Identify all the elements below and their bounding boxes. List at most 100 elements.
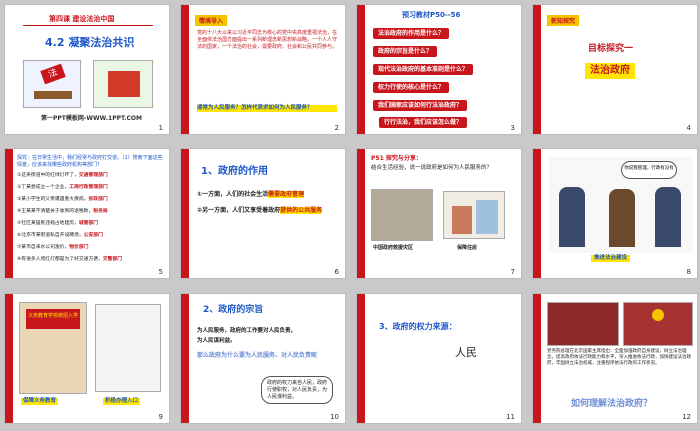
left-red-bar bbox=[533, 294, 541, 423]
inquiry-text: 探究：在日常生活中，我们经常与政府打交道。（1）搜索下面这些情景，应该来找哪些政… bbox=[17, 155, 163, 168]
slide-number: 5 bbox=[158, 268, 163, 276]
purpose-note: 政府的权力来自人民，政府行使职权，对人民负责，为人民谋利益。 bbox=[261, 376, 333, 405]
role-line-2: ②另一方面，人们又享受着政府提供的公共服务 bbox=[197, 207, 345, 215]
cartoon-caption: 推进法治建设 bbox=[591, 255, 631, 263]
school-entrance-image: 义务教育学校统招入学 bbox=[19, 302, 87, 394]
national-emblem-icon bbox=[652, 309, 664, 321]
inquiry-row-5: ⑤社区某居民违规占地建房，城管部门 bbox=[17, 221, 167, 227]
section-heading: 3、政府的权力来源： bbox=[379, 322, 457, 331]
row-question: ①这条街道中的红绿灯坏了， bbox=[17, 173, 79, 178]
speech-bubble: 你说我管理，行政有没有 bbox=[621, 161, 677, 179]
slide-thumbnail-5[interactable]: 探究：在日常生活中，我们经常与政府打交道。（1）搜索下面这些情景，应该来找哪些政… bbox=[4, 148, 170, 279]
red-book-icon bbox=[108, 71, 140, 97]
education-caption: 保障义务教育 bbox=[21, 398, 59, 406]
footer-link[interactable]: 第一PPT模板网-WWW.1PPT.COM bbox=[41, 115, 142, 123]
left-red-bar bbox=[357, 294, 365, 423]
left-red-bar bbox=[5, 294, 13, 423]
officer-figure bbox=[655, 187, 681, 247]
title-underline bbox=[23, 25, 153, 26]
explore-header: P51 探究与分享： bbox=[371, 155, 422, 162]
inquiry-row-2: ②丁某想成立一个企业，工商行政管理部门 bbox=[17, 185, 167, 191]
cartoon-image: 你说我管理，行政有没有 bbox=[549, 157, 693, 253]
slide-number: 1 bbox=[158, 124, 163, 132]
inquiry-row-1: ①这条街道中的红绿灯坏了，交通管理部门 bbox=[17, 173, 167, 179]
explore-text: 结合生活经验，说一说政府是如何为人民服务的？ bbox=[371, 165, 493, 171]
purpose-line-1: 为人民服务，政府的工作要对人民负责， bbox=[197, 328, 297, 334]
law-hammer-icon: 法 bbox=[40, 63, 66, 85]
inquiry-row-6: ⑥北京市某街道私自开设赌场，公安部门 bbox=[17, 233, 167, 239]
registration-cartoon bbox=[95, 304, 161, 392]
row-question: ⑧有很多人闯红灯都是为了好交通方便， bbox=[17, 257, 103, 262]
left-red-bar bbox=[181, 294, 189, 423]
news-text: 党务院总理在北京国家主席指出：全面加强政府自身建设，树立法治理念，提高政府依法行… bbox=[547, 349, 691, 367]
row-answer: 税务局 bbox=[93, 209, 108, 214]
target-label: 目标探究一 bbox=[588, 44, 634, 54]
housing-photo bbox=[443, 191, 505, 239]
building-icon bbox=[476, 200, 498, 234]
law-gavel-image: 法 bbox=[23, 60, 81, 108]
slide-thumbnail-1[interactable]: 第四课 建设法治中国 4.2 凝聚法治共识 法 第一PPT模板网-WWW.1PP… bbox=[4, 4, 170, 135]
slide-thumbnail-7[interactable]: P51 探究与分享： 结合生活经验，说一说政府是如何为人民服务的？ 中国政府救援… bbox=[356, 148, 522, 279]
row-question: ③某小学生的父亲遭遇重大疾病， bbox=[17, 197, 89, 202]
gavel-base bbox=[34, 91, 72, 99]
role-line-2-prefix: ②另一方面，人们又享受着政府 bbox=[197, 207, 281, 214]
registration-caption: 积极办理入口 bbox=[103, 398, 141, 406]
slide-thumbnail-6[interactable]: 1、政府的作用 ①一方面，人们的社会生活需要政府管理 ②另一方面，人们又享受着政… bbox=[180, 148, 346, 279]
rescue-photo bbox=[371, 189, 433, 241]
school-sign: 义务教育学校统招入学 bbox=[26, 309, 80, 329]
row-question: ⑦某市自来水公司涨价， bbox=[17, 245, 70, 250]
slide-thumbnail-2[interactable]: 情境导入 党的十八大以来以习近平同志为核心的党中央高度重视法治，在全面依法治国方… bbox=[180, 4, 346, 135]
slide-thumbnail-3[interactable]: 预习教材P50--56 法治政府的作用是什么？ 政府的宗旨是什么？ 现代法治政府… bbox=[356, 4, 522, 135]
rescue-caption: 中国政府救援灾区 bbox=[373, 245, 414, 251]
inquiry-row-4: ④王某某不清楚关于收到的退税款，税务局 bbox=[17, 209, 167, 215]
row-question: ⑤社区某居民违规占地建房， bbox=[17, 221, 79, 226]
slide-thumbnail-4[interactable]: 新知探究 目标探究一 法治政府 4 bbox=[532, 4, 698, 135]
power-source-answer: 人民 bbox=[455, 346, 477, 359]
left-red-bar bbox=[357, 149, 365, 278]
left-red-bar bbox=[181, 149, 189, 278]
row-answer: 城管部门 bbox=[78, 221, 99, 226]
slide-title: 4.2 凝聚法治共识 bbox=[45, 36, 135, 49]
preview-item-4: 权力行使的核心是什么？ bbox=[373, 82, 450, 93]
preview-item-6: 行行法治，我们应该怎么做？ bbox=[379, 117, 468, 128]
congress-photo-1 bbox=[547, 302, 619, 346]
slide-thumbnail-9[interactable]: 义务教育学校统招入学 保障义务教育 积极办理入口 9 bbox=[4, 293, 170, 424]
section-tag: 情境导入 bbox=[195, 15, 228, 26]
slide-number: 11 bbox=[506, 413, 515, 421]
row-answer: 交警部门 bbox=[102, 257, 123, 262]
row-question: ④王某某不清楚关于收到的退税款， bbox=[17, 209, 94, 214]
slide-thumbnail-12[interactable]: 党务院总理在北京国家主席指出：全面加强政府自身建设，树立法治理念，提高政府依法行… bbox=[532, 293, 698, 424]
slide-number: 10 bbox=[330, 413, 339, 421]
left-red-bar bbox=[357, 5, 365, 134]
inquiry-row-3: ③某小学生的父亲遭遇重大疾病，民政部门 bbox=[17, 197, 167, 203]
slide-number: 3 bbox=[510, 124, 515, 132]
slide-thumbnail-11[interactable]: 3、政府的权力来源： 人民 11 bbox=[356, 293, 522, 424]
row-answer: 物价部门 bbox=[69, 245, 89, 250]
slide-thumbnail-10[interactable]: 2、政府的宗旨 为人民服务，政府的工作要对人民负责， 为人民谋利益。 那么政府为… bbox=[180, 293, 346, 424]
preview-item-3: 现代法治政府的基本准则是什么？ bbox=[373, 64, 474, 75]
intro-text: 党的十八大以来以习近平同志为核心的党中央高度重视法治，在全面依法治国方面提出一系… bbox=[197, 30, 338, 50]
row-question: ②丁某想成立一个企业， bbox=[17, 185, 70, 190]
inquiry-row-7: ⑦某市自来水公司涨价，物价部门 bbox=[17, 245, 167, 251]
slide-number: 7 bbox=[510, 268, 515, 276]
section-heading: 1、政府的作用 bbox=[201, 166, 268, 177]
slide-number: 6 bbox=[334, 268, 339, 276]
role-line-1: ①一方面，人们的社会生活需要政府管理 bbox=[197, 191, 345, 199]
building-icon bbox=[452, 206, 472, 234]
intro-question: 通常为人民服务？怎样代表求如何为人民服务？ bbox=[197, 105, 337, 113]
preview-header: 预习教材P50--56 bbox=[402, 11, 461, 19]
target-topic: 法治政府 bbox=[585, 63, 635, 79]
section-heading: 2、政府的宗旨 bbox=[203, 305, 264, 315]
inquiry-row-8: ⑧有很多人闯红灯都是为了好交通方便，交警部门 bbox=[17, 257, 167, 263]
role-line-1-prefix: ①一方面，人们的社会生活 bbox=[197, 191, 269, 198]
purpose-line-2: 为人民谋利益。 bbox=[197, 338, 236, 344]
slide-number: 4 bbox=[686, 124, 691, 132]
congress-photo-2 bbox=[623, 302, 693, 346]
row-answer: 工商行政管理部门 bbox=[69, 185, 108, 190]
left-red-bar bbox=[5, 149, 13, 278]
row-answer: 公安部门 bbox=[83, 233, 103, 238]
row-answer: 民政部门 bbox=[88, 197, 108, 202]
slide-thumbnail-8[interactable]: 你说我管理，行政有没有 推进法治建设 8 bbox=[532, 148, 698, 279]
role-line-1-highlight: 需要政府管理 bbox=[268, 191, 305, 198]
slide-sorter-grid: 第四课 建设法治中国 4.2 凝聚法治共识 法 第一PPT模板网-WWW.1PP… bbox=[0, 0, 700, 431]
